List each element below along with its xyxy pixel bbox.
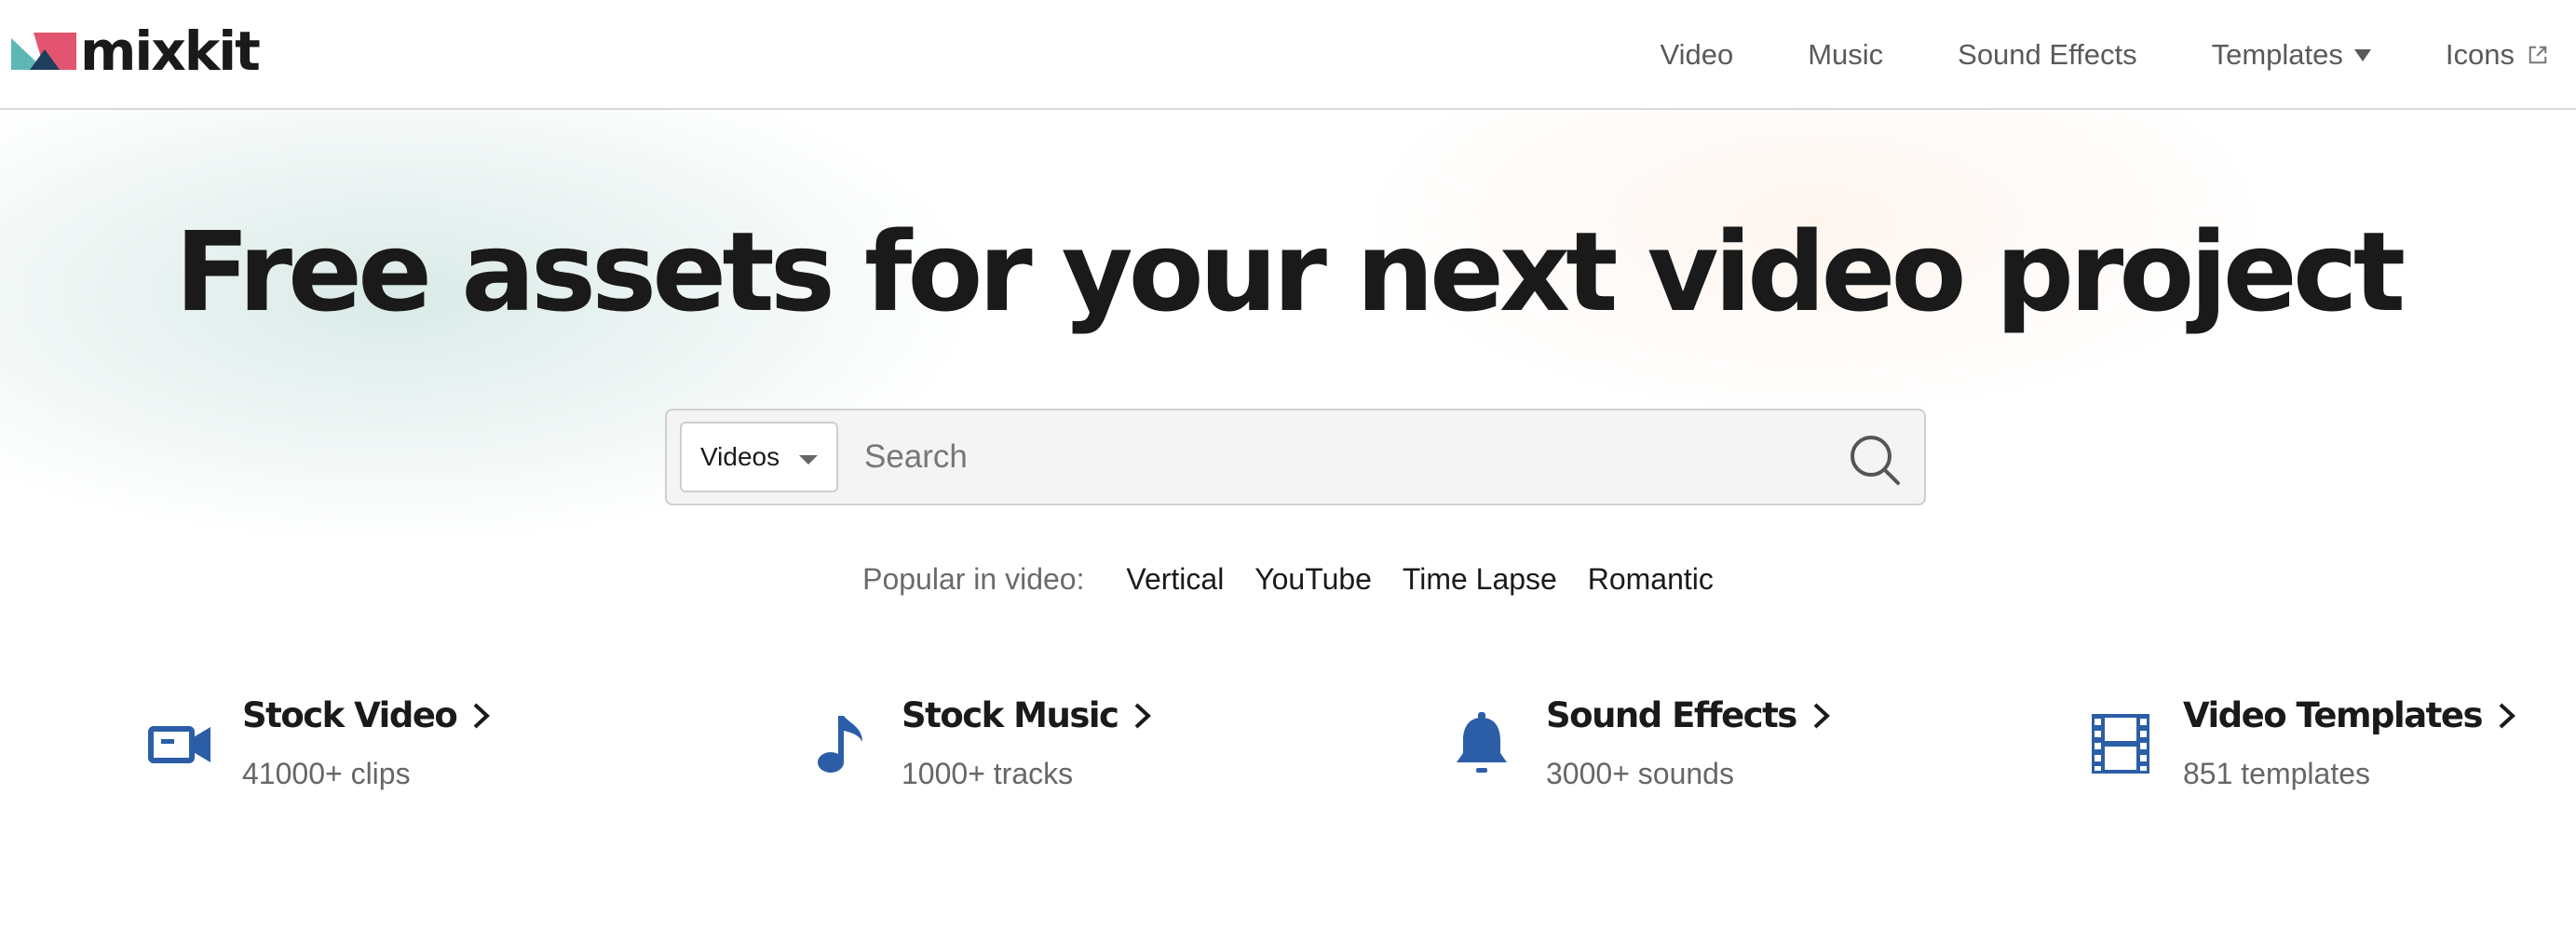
category-count: 851 templates [2183, 757, 2371, 790]
popular-tag-youtube[interactable]: YouTube [1254, 562, 1372, 596]
category-video-templates[interactable]: Video Templates 851 templates [2088, 693, 2516, 796]
search-category-value: Videos [700, 442, 780, 471]
category-count: 1000+ tracks [902, 757, 1074, 790]
category-count: 41000+ clips [242, 757, 411, 790]
video-camera-icon [148, 726, 210, 763]
chevron-right-icon [473, 703, 491, 728]
popular-tag-time-lapse[interactable]: Time Lapse [1403, 562, 1557, 596]
logo-wordmark: mixkit [80, 20, 261, 83]
hero-background [0, 110, 2576, 631]
popular-label: Popular in video: [862, 562, 1085, 596]
search-input[interactable] [864, 424, 1758, 491]
search-icon[interactable] [1848, 433, 1902, 487]
music-note-icon [818, 716, 862, 773]
hero-title: Free assets for your next video project [174, 208, 2406, 336]
category-stock-video[interactable]: Stock Video 41000+ clips [147, 693, 501, 796]
chevron-down-icon [799, 455, 818, 464]
search-bar: Videos [665, 409, 1926, 505]
external-link-icon [2529, 46, 2547, 64]
bell-icon [1457, 712, 1507, 773]
search-category-select[interactable]: Videos [680, 422, 838, 492]
chevron-right-icon [1135, 703, 1152, 728]
chevron-right-icon [2499, 703, 2515, 728]
category-title: Sound Effects [1546, 695, 1797, 735]
category-sound-effects[interactable]: Sound Effects 3000+ sounds [1449, 693, 1840, 796]
category-title: Stock Music [902, 695, 1119, 735]
category-title: Video Templates [2183, 695, 2483, 735]
popular-searches: Popular in video: Vertical YouTube Time … [0, 560, 2576, 598]
nav-item-sound-effects[interactable]: Sound Effects [1958, 38, 2136, 72]
category-count: 3000+ sounds [1546, 757, 1734, 790]
main-nav: Video Music Sound Effects Templates Icon… [1660, 0, 2576, 110]
nav-item-video[interactable]: Video [1660, 38, 1733, 72]
site-header: mixkit Video Music Sound Effects Templat… [0, 0, 2576, 110]
nav-item-templates[interactable]: Templates [2212, 38, 2371, 72]
popular-tag-vertical[interactable]: Vertical [1126, 562, 1224, 596]
nav-item-icons[interactable]: Icons [2446, 38, 2548, 72]
logo-mark-icon [11, 33, 76, 70]
nav-item-music[interactable]: Music [1808, 38, 1883, 72]
mixkit-logo[interactable]: mixkit [11, 20, 261, 83]
popular-tag-romantic[interactable]: Romantic [1588, 562, 1714, 596]
category-stock-music[interactable]: Stock Music 1000+ tracks [808, 693, 1162, 796]
film-strip-icon [2092, 714, 2149, 774]
caret-down-icon [2353, 48, 2371, 61]
chevron-right-icon [1813, 703, 1830, 728]
category-title: Stock Video [242, 695, 458, 735]
